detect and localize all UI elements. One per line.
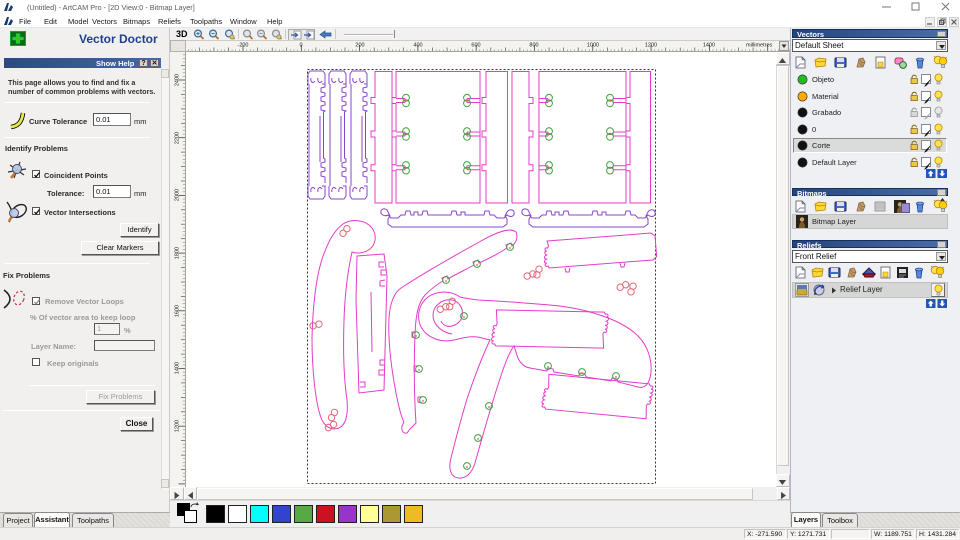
svg-text:2200: 2200 — [175, 132, 181, 144]
svg-text:400: 400 — [413, 43, 422, 49]
svg-text:600: 600 — [471, 43, 480, 49]
svg-text:1400: 1400 — [175, 362, 181, 374]
svg-text:0: 0 — [299, 43, 302, 49]
svg-text:2000: 2000 — [175, 189, 181, 201]
svg-text:1800: 1800 — [175, 247, 181, 259]
svg-text:1200: 1200 — [645, 43, 657, 49]
svg-text:1200: 1200 — [175, 420, 181, 432]
svg-text:800: 800 — [529, 43, 538, 49]
svg-text:1400: 1400 — [703, 43, 715, 49]
svg-text:-200: -200 — [237, 43, 248, 49]
svg-text:1600: 1600 — [175, 305, 181, 317]
svg-text:200: 200 — [355, 43, 364, 49]
svg-text:1000: 1000 — [587, 43, 599, 49]
svg-text:2400: 2400 — [175, 74, 181, 86]
svg-text:millimetres: millimetres — [746, 43, 773, 49]
